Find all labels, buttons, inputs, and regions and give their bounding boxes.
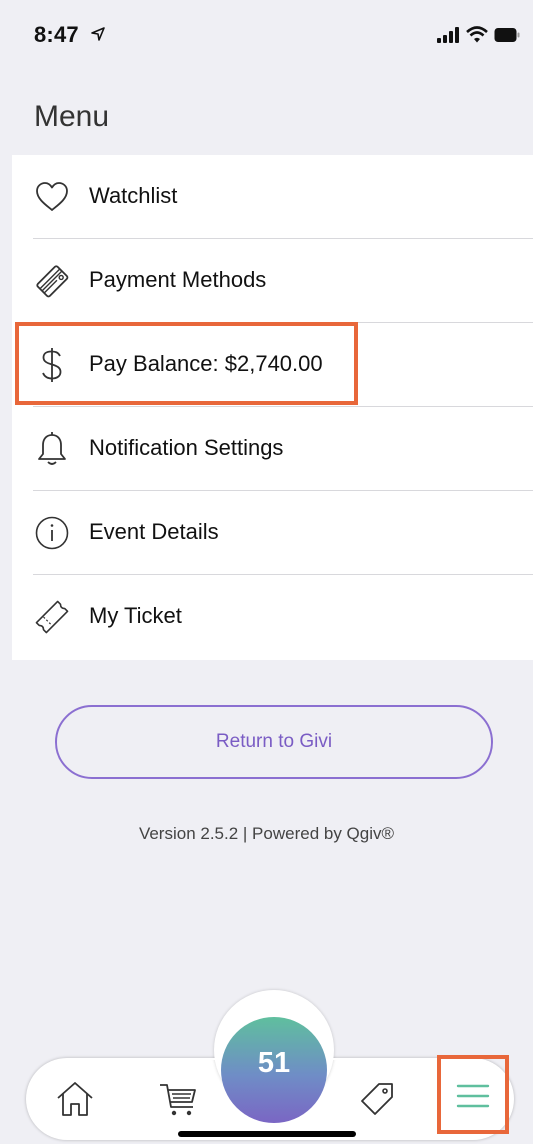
menu-item-label: Event Details	[89, 519, 219, 544]
credit-card-icon	[32, 261, 72, 301]
menu-item-event-details[interactable]: Event Details	[12, 491, 533, 575]
status-bar: 8:47	[0, 0, 533, 80]
tag-icon	[361, 1083, 393, 1115]
menu-item-label: My Ticket	[89, 603, 182, 628]
pay-balance-highlight	[15, 322, 358, 405]
location-arrow-icon	[91, 27, 105, 41]
home-icon	[57, 1082, 93, 1116]
paddle-number-badge[interactable]: 51	[221, 1017, 327, 1123]
menu-list: Watchlist Payment Methods Pay Balance: $…	[12, 155, 533, 660]
tab-home[interactable]	[50, 1074, 100, 1124]
status-time: 8:47	[34, 22, 79, 47]
ticket-icon	[32, 597, 72, 637]
bell-icon	[32, 429, 72, 469]
menu-item-notification-settings[interactable]: Notification Settings	[12, 407, 533, 491]
menu-item-label: Notification Settings	[89, 435, 284, 460]
heart-icon	[32, 177, 72, 217]
version-text: Version 2.5.2 | Powered by Qgiv®	[138, 824, 395, 843]
tab-tag[interactable]	[352, 1074, 402, 1124]
page-title: Menu	[34, 100, 110, 133]
menu-item-label: Payment Methods	[89, 267, 267, 292]
tab-cart[interactable]	[152, 1074, 204, 1124]
wifi-icon	[466, 26, 488, 43]
cellular-signal-icon	[437, 27, 459, 43]
menu-item-watchlist[interactable]: Watchlist	[12, 155, 533, 239]
menu-item-my-ticket[interactable]: My Ticket	[12, 575, 533, 659]
info-icon	[32, 513, 72, 553]
menu-item-label: Watchlist	[89, 183, 178, 208]
menu-tab-highlight	[437, 1055, 509, 1134]
cart-icon	[160, 1084, 196, 1116]
menu-item-payment-methods[interactable]: Payment Methods	[12, 239, 533, 323]
home-indicator	[178, 1131, 356, 1137]
battery-icon	[494, 28, 520, 42]
return-to-givi-button[interactable]: Return to Givi	[55, 705, 493, 779]
